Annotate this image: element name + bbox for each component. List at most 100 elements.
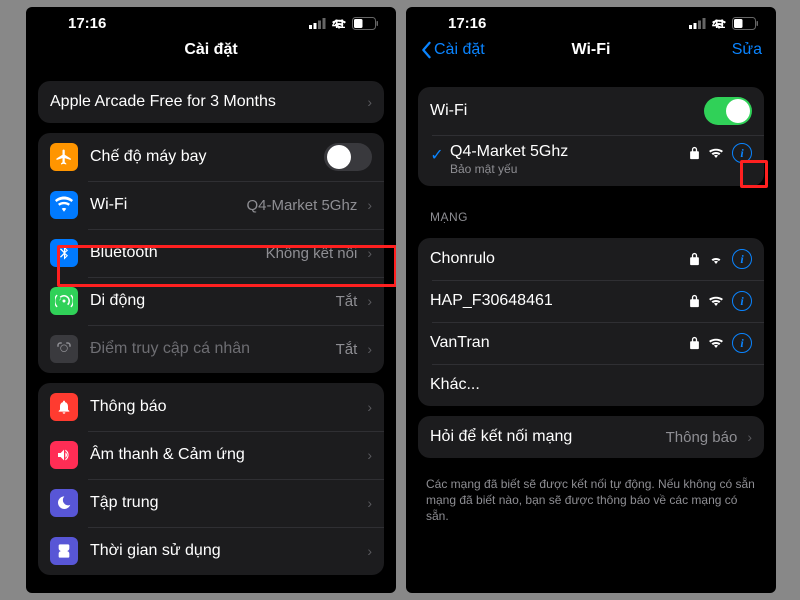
battery-icon: 41 <box>732 17 758 30</box>
checkmark-icon: ✓ <box>426 143 448 165</box>
row-current-network[interactable]: ✓ Q4-Market 5Ghz Bảo mật yếu i <box>418 135 764 186</box>
battery-level: 41 <box>712 17 725 31</box>
row-screentime[interactable]: Thời gian sử dụng › <box>38 527 384 575</box>
screen-wifi: 17:16 41 Cài đặt Wi-Fi Sửa Wi-Fi ✓ Q4-Ma <box>406 7 776 593</box>
bluetooth-icon <box>50 239 78 267</box>
lock-icon <box>689 294 700 308</box>
wifi-signal-icon <box>708 337 724 349</box>
page-title: Cài đặt <box>26 35 396 71</box>
row-label: Thông báo <box>90 398 363 416</box>
row-cellular[interactable]: Di động Tắt › <box>38 277 384 325</box>
row-label: Tập trung <box>90 494 363 512</box>
row-detail: Không kết nối <box>266 245 358 262</box>
cellular-icon <box>309 18 326 29</box>
row-label: Thời gian sử dụng <box>90 542 363 560</box>
status-right: 41 <box>689 17 758 30</box>
chevron-icon: › <box>367 495 372 511</box>
row-focus[interactable]: Tập trung › <box>38 479 384 527</box>
sounds-icon <box>50 441 78 469</box>
chevron-icon: › <box>367 399 372 415</box>
cellular-settings-icon <box>50 287 78 315</box>
chevron-icon: › <box>367 245 372 261</box>
row-label: Khác... <box>430 376 752 394</box>
lock-icon <box>689 146 700 160</box>
chevron-icon: › <box>367 94 372 110</box>
row-hotspot[interactable]: Điểm truy cập cá nhân Tắt › <box>38 325 384 373</box>
wifi-signal-icon <box>708 253 724 265</box>
connectivity-group: Chế độ máy bay Wi-Fi Q4-Market 5Ghz › Bl… <box>38 133 384 373</box>
row-sounds[interactable]: Âm thanh & Cảm ứng › <box>38 431 384 479</box>
status-bar: 17:16 41 <box>26 7 396 35</box>
chevron-icon: › <box>367 543 372 559</box>
promo-group: Apple Arcade Free for 3 Months › <box>38 81 384 123</box>
network-name: Q4-Market 5Ghz <box>450 143 689 161</box>
row-detail: Thông báo <box>666 429 738 446</box>
edit-button[interactable]: Sửa <box>732 41 762 59</box>
wifi-signal-icon <box>708 147 724 159</box>
row-ask-to-join[interactable]: Hỏi để kết nối mạng Thông báo › <box>418 416 764 458</box>
chevron-icon: › <box>367 447 372 463</box>
promo-label: Apple Arcade Free for 3 Months <box>50 93 363 111</box>
row-detail: Tắt <box>336 341 358 358</box>
row-label: Âm thanh & Cảm ứng <box>90 446 363 464</box>
focus-icon <box>50 489 78 517</box>
network-row-0[interactable]: Chonrulo i <box>418 238 764 280</box>
wifi-settings-icon <box>50 191 78 219</box>
section-networks-header: MẠNG <box>406 196 776 228</box>
row-detail: Tắt <box>336 293 358 310</box>
battery-level: 41 <box>332 17 345 31</box>
network-name: Chonrulo <box>430 250 689 268</box>
row-airplane[interactable]: Chế độ máy bay <box>38 133 384 181</box>
screentime-icon <box>50 537 78 565</box>
row-wifi[interactable]: Wi-Fi Q4-Market 5Ghz › <box>38 181 384 229</box>
footer-note: Các mạng đã biết sẽ được kết nối tự động… <box>406 468 776 533</box>
row-label: Bluetooth <box>90 244 266 262</box>
hotspot-icon <box>50 335 78 363</box>
status-right: 41 <box>309 17 378 30</box>
chevron-icon: › <box>367 197 372 213</box>
row-label: Chế độ máy bay <box>90 148 324 166</box>
info-button[interactable]: i <box>732 143 752 163</box>
ask-to-join-group: Hỏi để kết nối mạng Thông báo › <box>418 416 764 458</box>
status-time: 17:16 <box>68 15 106 32</box>
row-other-network[interactable]: Khác... <box>418 364 764 406</box>
row-label: Hỏi để kết nối mạng <box>430 428 666 446</box>
back-button[interactable]: Cài đặt <box>420 41 485 59</box>
wifi-toggle-group: Wi-Fi ✓ Q4-Market 5Ghz Bảo mật yếu i <box>418 87 764 186</box>
row-wifi-switch[interactable]: Wi-Fi <box>418 87 764 135</box>
battery-icon: 41 <box>352 17 378 30</box>
screen-settings: 17:16 41 Cài đặt Apple Arcade Free for 3… <box>26 7 396 593</box>
wifi-signal-icon <box>708 295 724 307</box>
lock-icon <box>689 336 700 350</box>
notifications-icon <box>50 393 78 421</box>
cellular-icon <box>689 18 706 29</box>
back-label: Cài đặt <box>434 41 485 59</box>
chevron-icon: › <box>367 341 372 357</box>
row-label: Di động <box>90 292 336 310</box>
wifi-toggle[interactable] <box>704 97 752 125</box>
lock-icon <box>689 252 700 266</box>
row-notifications[interactable]: Thông báo › <box>38 383 384 431</box>
chevron-icon: › <box>747 429 752 445</box>
network-row-2[interactable]: VanTran i <box>418 322 764 364</box>
row-apple-arcade[interactable]: Apple Arcade Free for 3 Months › <box>38 81 384 123</box>
nav-bar: Cài đặt Wi-Fi Sửa <box>406 35 776 69</box>
status-bar: 17:16 41 <box>406 7 776 35</box>
info-button[interactable]: i <box>732 291 752 311</box>
info-button[interactable]: i <box>732 249 752 269</box>
info-button[interactable]: i <box>732 333 752 353</box>
chevron-left-icon <box>420 41 432 59</box>
chevron-icon: › <box>367 293 372 309</box>
network-name: VanTran <box>430 334 689 352</box>
network-row-1[interactable]: HAP_F30648461 i <box>418 280 764 322</box>
status-time: 17:16 <box>448 15 486 32</box>
row-label: Wi-Fi <box>90 196 246 214</box>
row-detail: Q4-Market 5Ghz <box>246 197 357 214</box>
general-group: Thông báo › Âm thanh & Cảm ứng › Tập tru… <box>38 383 384 575</box>
network-security: Bảo mật yếu <box>450 162 689 176</box>
network-name: HAP_F30648461 <box>430 292 689 310</box>
airplane-icon <box>50 143 78 171</box>
airplane-toggle[interactable] <box>324 143 372 171</box>
networks-group: Chonrulo i HAP_F30648461 i VanTran i <box>418 238 764 406</box>
row-bluetooth[interactable]: Bluetooth Không kết nối › <box>38 229 384 277</box>
